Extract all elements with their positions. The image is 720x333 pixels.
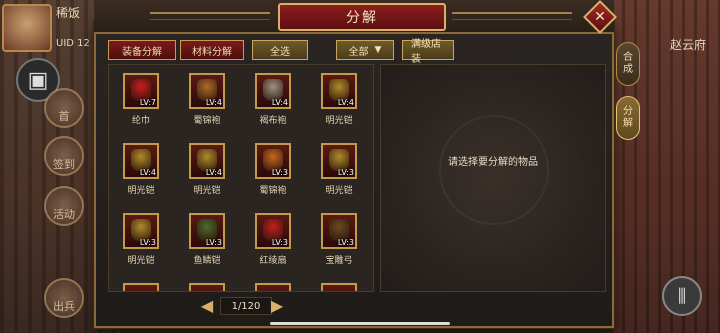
item-level: LV:3 xyxy=(271,238,288,247)
item-icon: LV:4 xyxy=(123,143,159,179)
item-slot[interactable]: LV:3 鱼鳞铠 xyxy=(177,205,237,271)
item-slot[interactable]: LV:4 明光铠 xyxy=(177,135,237,201)
item-slot[interactable]: LV:3 红绫扇 xyxy=(243,205,303,271)
item-name: 红绫扇 xyxy=(259,256,287,266)
item-icon: LV:4 xyxy=(189,73,225,109)
item-slot[interactable]: LV:4 明光铠 xyxy=(309,65,369,131)
dialog-title: 分解 xyxy=(278,3,446,31)
item-icon: LV:7 xyxy=(123,73,159,109)
title-ornament-right xyxy=(452,12,572,20)
item-name: 明光铠 xyxy=(325,116,353,126)
item-name: 蜀锦袍 xyxy=(193,116,221,126)
avatar[interactable] xyxy=(2,4,52,52)
item-level: LV:3 xyxy=(205,238,222,247)
item-icon: LV:3 xyxy=(123,213,159,249)
title-ornament-left xyxy=(150,12,270,20)
tab-compose[interactable]: 合 成 xyxy=(616,42,640,86)
material-decompose-tab[interactable]: 材料分解 xyxy=(180,40,244,60)
close-icon: ✕ xyxy=(594,9,606,25)
chevron-down-icon: ▼ xyxy=(374,45,382,55)
item-icon: LV:4 xyxy=(255,73,291,109)
item-slot[interactable]: LV:7 纶巾 xyxy=(111,65,171,131)
item-icon: LV:3 xyxy=(321,143,357,179)
side-button-activity[interactable]: 活动 xyxy=(44,186,84,226)
item-slot[interactable]: LV:4 明光铠 xyxy=(111,135,171,201)
item-slot-partial[interactable] xyxy=(123,283,159,291)
item-slot[interactable]: LV:4 蜀锦袍 xyxy=(177,65,237,131)
next-page-button[interactable]: ▶ xyxy=(270,296,284,315)
home-indicator xyxy=(270,322,450,325)
item-level: LV:3 xyxy=(337,238,354,247)
page-indicator: 1/120 xyxy=(220,297,272,315)
item-level: LV:7 xyxy=(139,98,156,107)
side-button-dispatch[interactable]: 出兵 xyxy=(44,278,84,318)
item-grid[interactable]: LV:7 纶巾 LV:4 蜀锦袍 LV:4 褐布袍 LV:4 明光铠 LV:4 明光铠 LV:4 明光… xyxy=(108,64,374,292)
item-level: LV:3 xyxy=(271,168,288,177)
item-level: LV:4 xyxy=(337,98,354,107)
player-info: 稀饭 UID 12 xyxy=(0,0,100,56)
item-slot[interactable]: LV:3 蜀锦袍 xyxy=(243,135,303,201)
item-slot[interactable]: LV:4 褐布袍 xyxy=(243,65,303,131)
side-button-first[interactable]: 首 xyxy=(44,88,84,128)
side-button-checkin[interactable]: 签到 xyxy=(44,136,84,176)
item-name: 明光铠 xyxy=(193,186,221,196)
item-name: 宝雕弓 xyxy=(325,256,353,266)
item-icon: LV:3 xyxy=(189,213,225,249)
select-hint: 请选择要分解的物品 xyxy=(448,157,538,168)
item-slot-partial[interactable] xyxy=(255,283,291,291)
item-icon: LV:3 xyxy=(255,213,291,249)
item-name: 纶巾 xyxy=(131,116,150,126)
item-name: 明光铠 xyxy=(127,186,155,196)
item-name: 明光铠 xyxy=(325,186,353,196)
item-icon: LV:3 xyxy=(255,143,291,179)
filter-dropdown[interactable]: 全部 ▼ xyxy=(336,40,394,60)
item-slot[interactable]: LV:3 明光铠 xyxy=(111,205,171,271)
item-name: 褐布袍 xyxy=(259,116,287,126)
item-level: LV:4 xyxy=(205,98,222,107)
full-level-button[interactable]: 满级店装 xyxy=(402,39,454,65)
item-slot-partial[interactable] xyxy=(189,283,225,291)
filter-value: 全部 xyxy=(348,46,369,58)
item-icon: LV:4 xyxy=(189,143,225,179)
equip-decompose-tab[interactable]: 装备分解 xyxy=(108,40,176,60)
item-slot[interactable]: LV:3 明光铠 xyxy=(309,135,369,201)
item-level: LV:4 xyxy=(271,98,288,107)
item-icon: LV:3 xyxy=(321,213,357,249)
watermark-emblem xyxy=(439,115,549,225)
item-slot[interactable]: LV:3 宝雕弓 xyxy=(309,205,369,271)
item-level: LV:4 xyxy=(139,168,156,177)
item-level: LV:4 xyxy=(205,168,222,177)
item-icon: LV:4 xyxy=(321,73,357,109)
player-name: 稀饭 xyxy=(56,6,81,20)
item-name: 明光铠 xyxy=(127,256,155,266)
prev-page-button[interactable]: ◀ xyxy=(200,296,214,315)
tab-decompose[interactable]: 分 解 xyxy=(616,96,640,140)
more-icon[interactable]: ⫼ xyxy=(662,276,702,316)
item-name: 蜀锦袍 xyxy=(259,186,287,196)
item-slot-partial[interactable] xyxy=(321,283,357,291)
info-panel: 请选择要分解的物品 xyxy=(380,64,606,292)
item-level: LV:3 xyxy=(337,168,354,177)
player-uid: UID 12 xyxy=(56,38,90,49)
location-title: 赵云府 xyxy=(669,38,706,52)
select-all-button[interactable]: 全选 xyxy=(252,40,308,60)
item-level: LV:3 xyxy=(139,238,156,247)
item-name: 鱼鳞铠 xyxy=(193,256,221,266)
